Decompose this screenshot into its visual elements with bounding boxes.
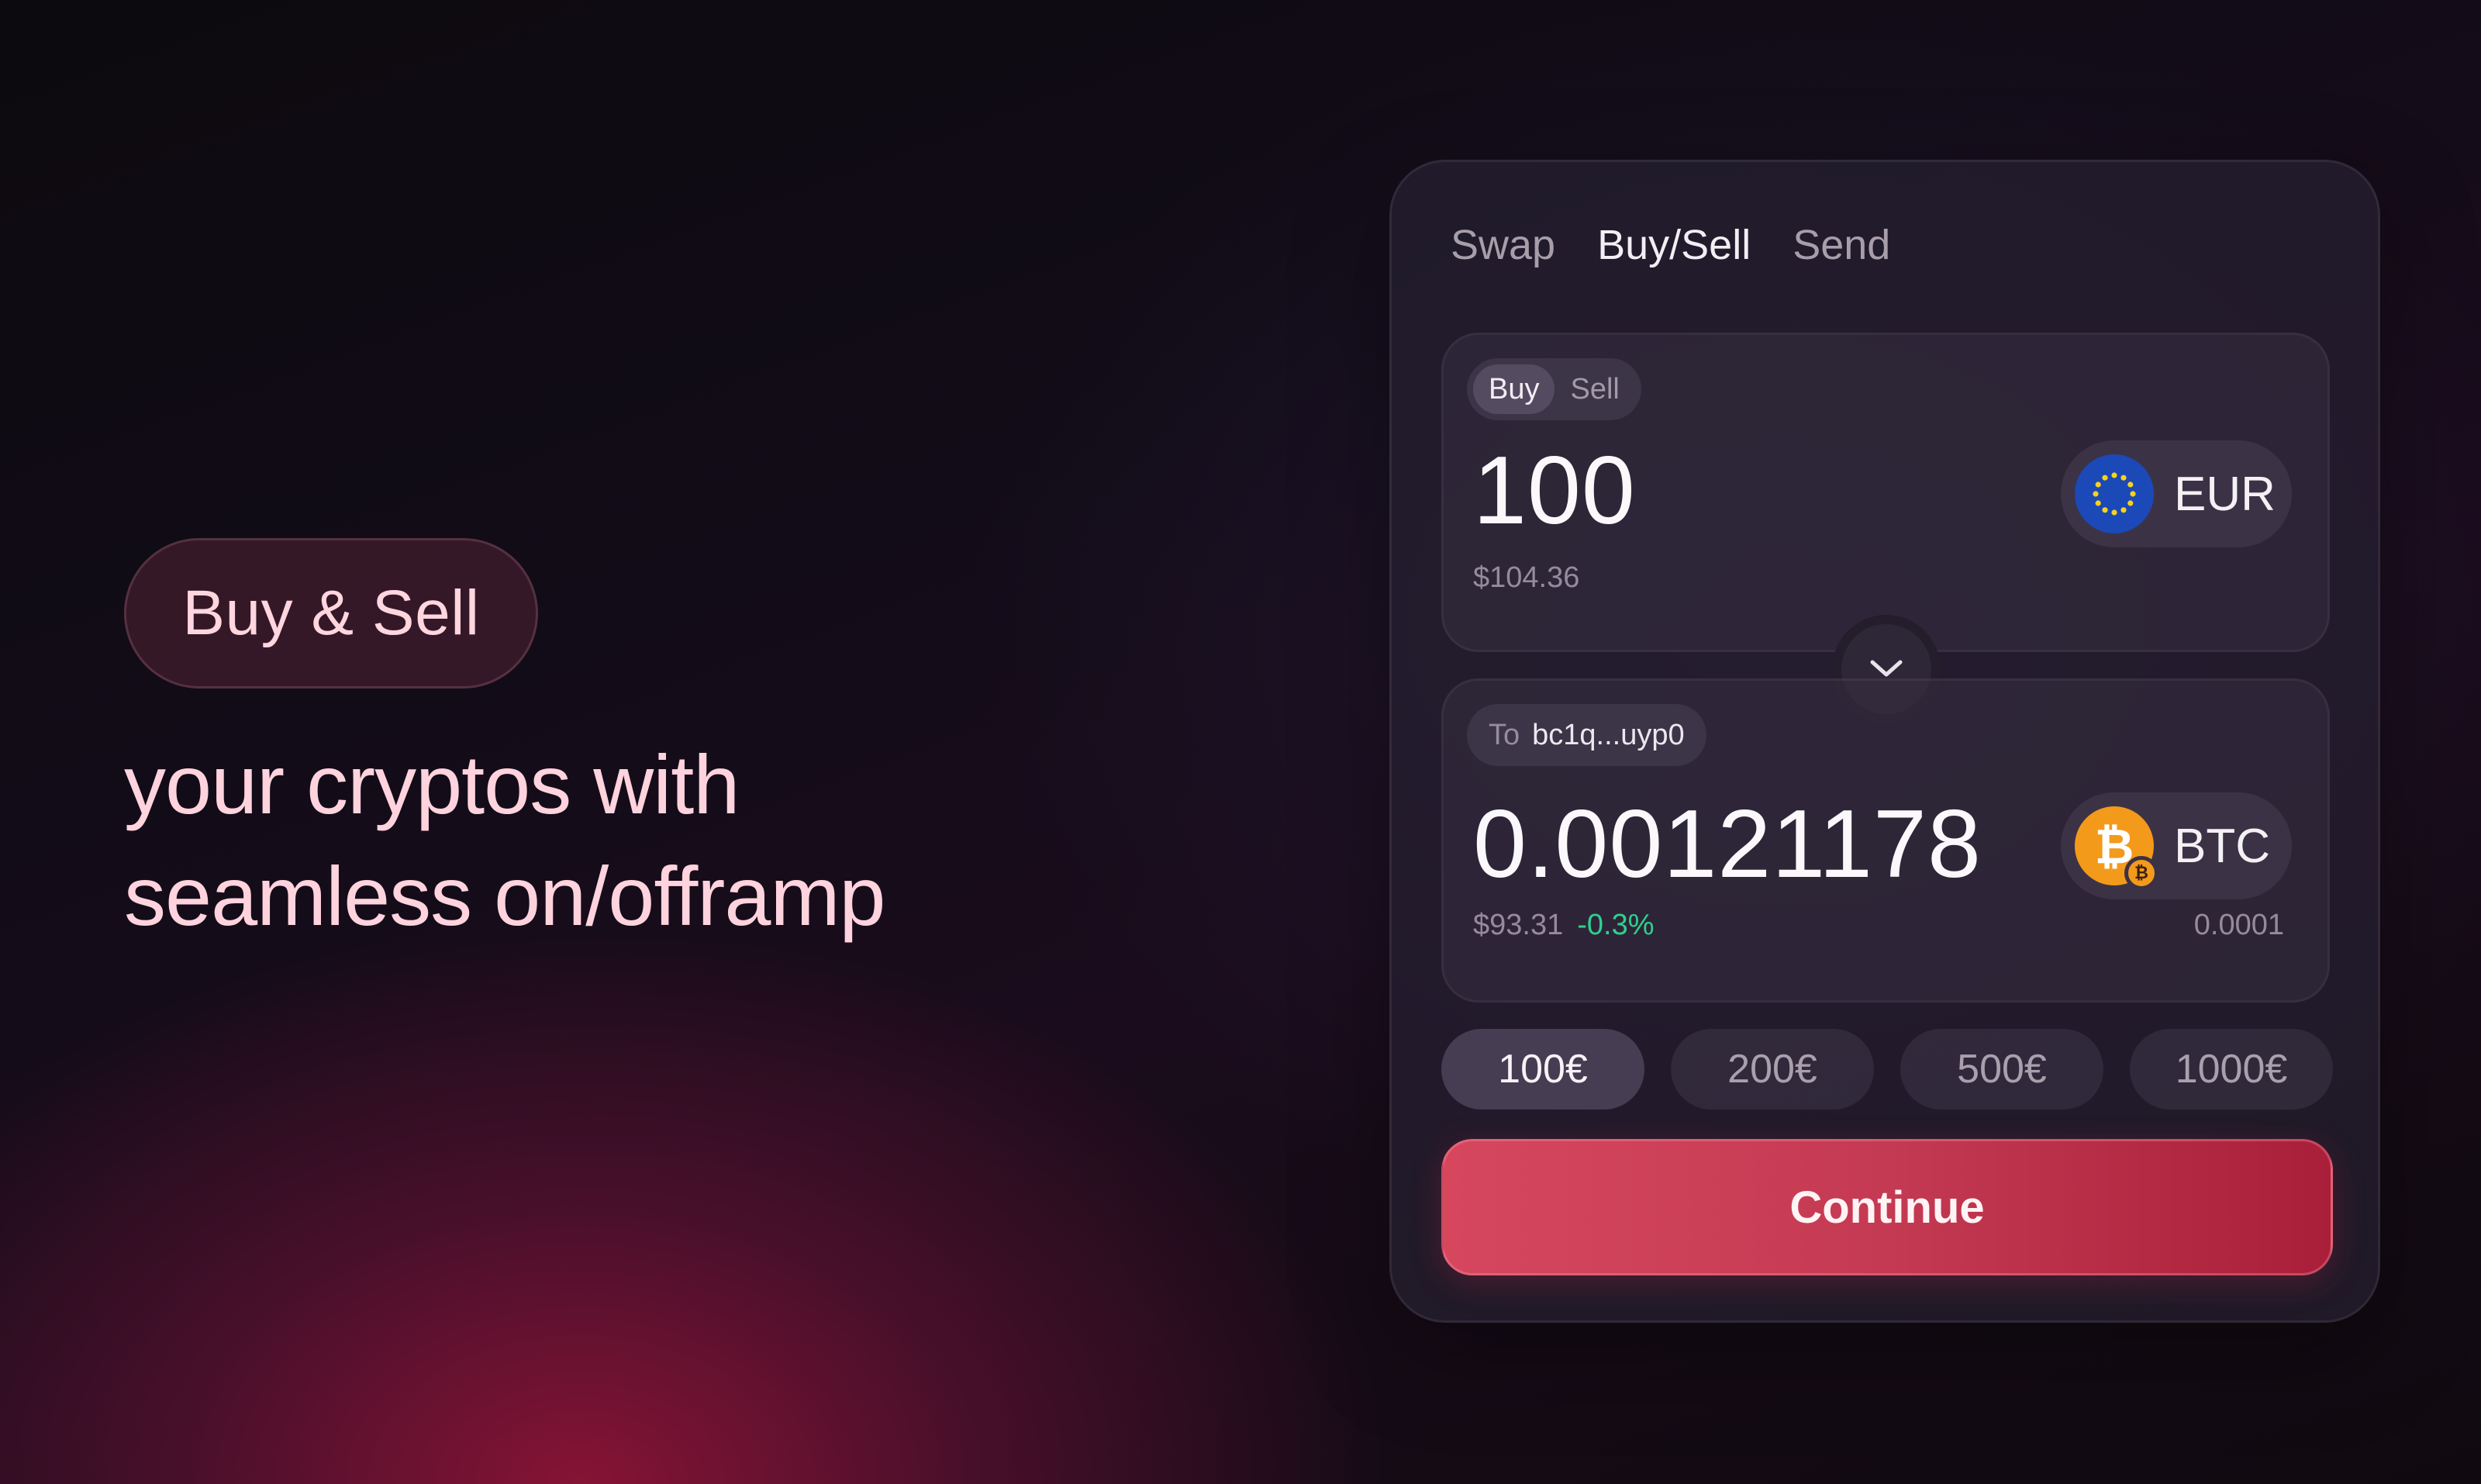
price-change-badge: -0.3% <box>1577 909 1655 941</box>
hero-badge: Buy & Sell <box>124 538 538 689</box>
widget-tabs: Swap Buy/Sell Send <box>1451 221 1890 269</box>
bitcoin-icon: ₿ ₿ <box>2075 806 2158 890</box>
tab-send[interactable]: Send <box>1793 221 1890 269</box>
recipient-address-pill[interactable]: To bc1q...uyp0 <box>1467 704 1706 766</box>
to-fiat-value: $93.31 <box>1473 909 1564 941</box>
hero-headline: your cryptos with seamless on/offramp <box>124 729 885 952</box>
chevron-down-icon <box>1870 660 1903 677</box>
tab-buy-sell[interactable]: Buy/Sell <box>1597 221 1751 269</box>
to-label: To <box>1489 718 1520 751</box>
preset-1000-button[interactable]: 1000€ <box>2130 1029 2333 1110</box>
hero-line-1: your cryptos with <box>124 737 740 831</box>
from-currency-selector[interactable]: EUR <box>2061 440 2292 547</box>
buy-toggle-option[interactable]: Buy <box>1473 364 1555 414</box>
continue-button[interactable]: Continue <box>1441 1139 2333 1275</box>
buy-sell-toggle: Buy Sell <box>1467 358 1641 420</box>
tab-swap[interactable]: Swap <box>1451 221 1555 269</box>
preset-200-button[interactable]: 200€ <box>1671 1029 1874 1110</box>
preset-100-button[interactable]: 100€ <box>1441 1029 1644 1110</box>
network-fee: 0.0001 <box>2193 909 2284 941</box>
from-currency-label: EUR <box>2174 467 2276 521</box>
to-currency-selector[interactable]: ₿ ₿ BTC <box>2061 792 2292 899</box>
from-fiat-value: $104.36 <box>1473 561 1580 594</box>
amount-presets: 100€ 200€ 500€ 1000€ <box>1441 1029 2333 1110</box>
preset-500-button[interactable]: 500€ <box>1900 1029 2103 1110</box>
to-fiat-value-row: $93.31 -0.3% <box>1473 909 1655 942</box>
from-panel: Buy Sell 100 $104.36 EUR <box>1441 333 2330 652</box>
to-amount: 0.00121178 <box>1473 791 1982 898</box>
buy-sell-widget: Swap Buy/Sell Send Buy Sell 100 $104.36 <box>1389 160 2380 1323</box>
bitcoin-network-icon: ₿ <box>2124 856 2158 890</box>
to-panel: To bc1q...uyp0 0.00121178 $93.31 -0.3% 0.… <box>1441 678 2330 1003</box>
eu-flag-icon <box>2075 454 2154 533</box>
sell-toggle-option[interactable]: Sell <box>1555 364 1634 414</box>
hero-line-2: seamless on/offramp <box>124 849 885 943</box>
recipient-address: bc1q...uyp0 <box>1532 718 1685 751</box>
from-amount-input[interactable]: 100 <box>1473 436 1636 546</box>
to-currency-label: BTC <box>2174 819 2270 873</box>
